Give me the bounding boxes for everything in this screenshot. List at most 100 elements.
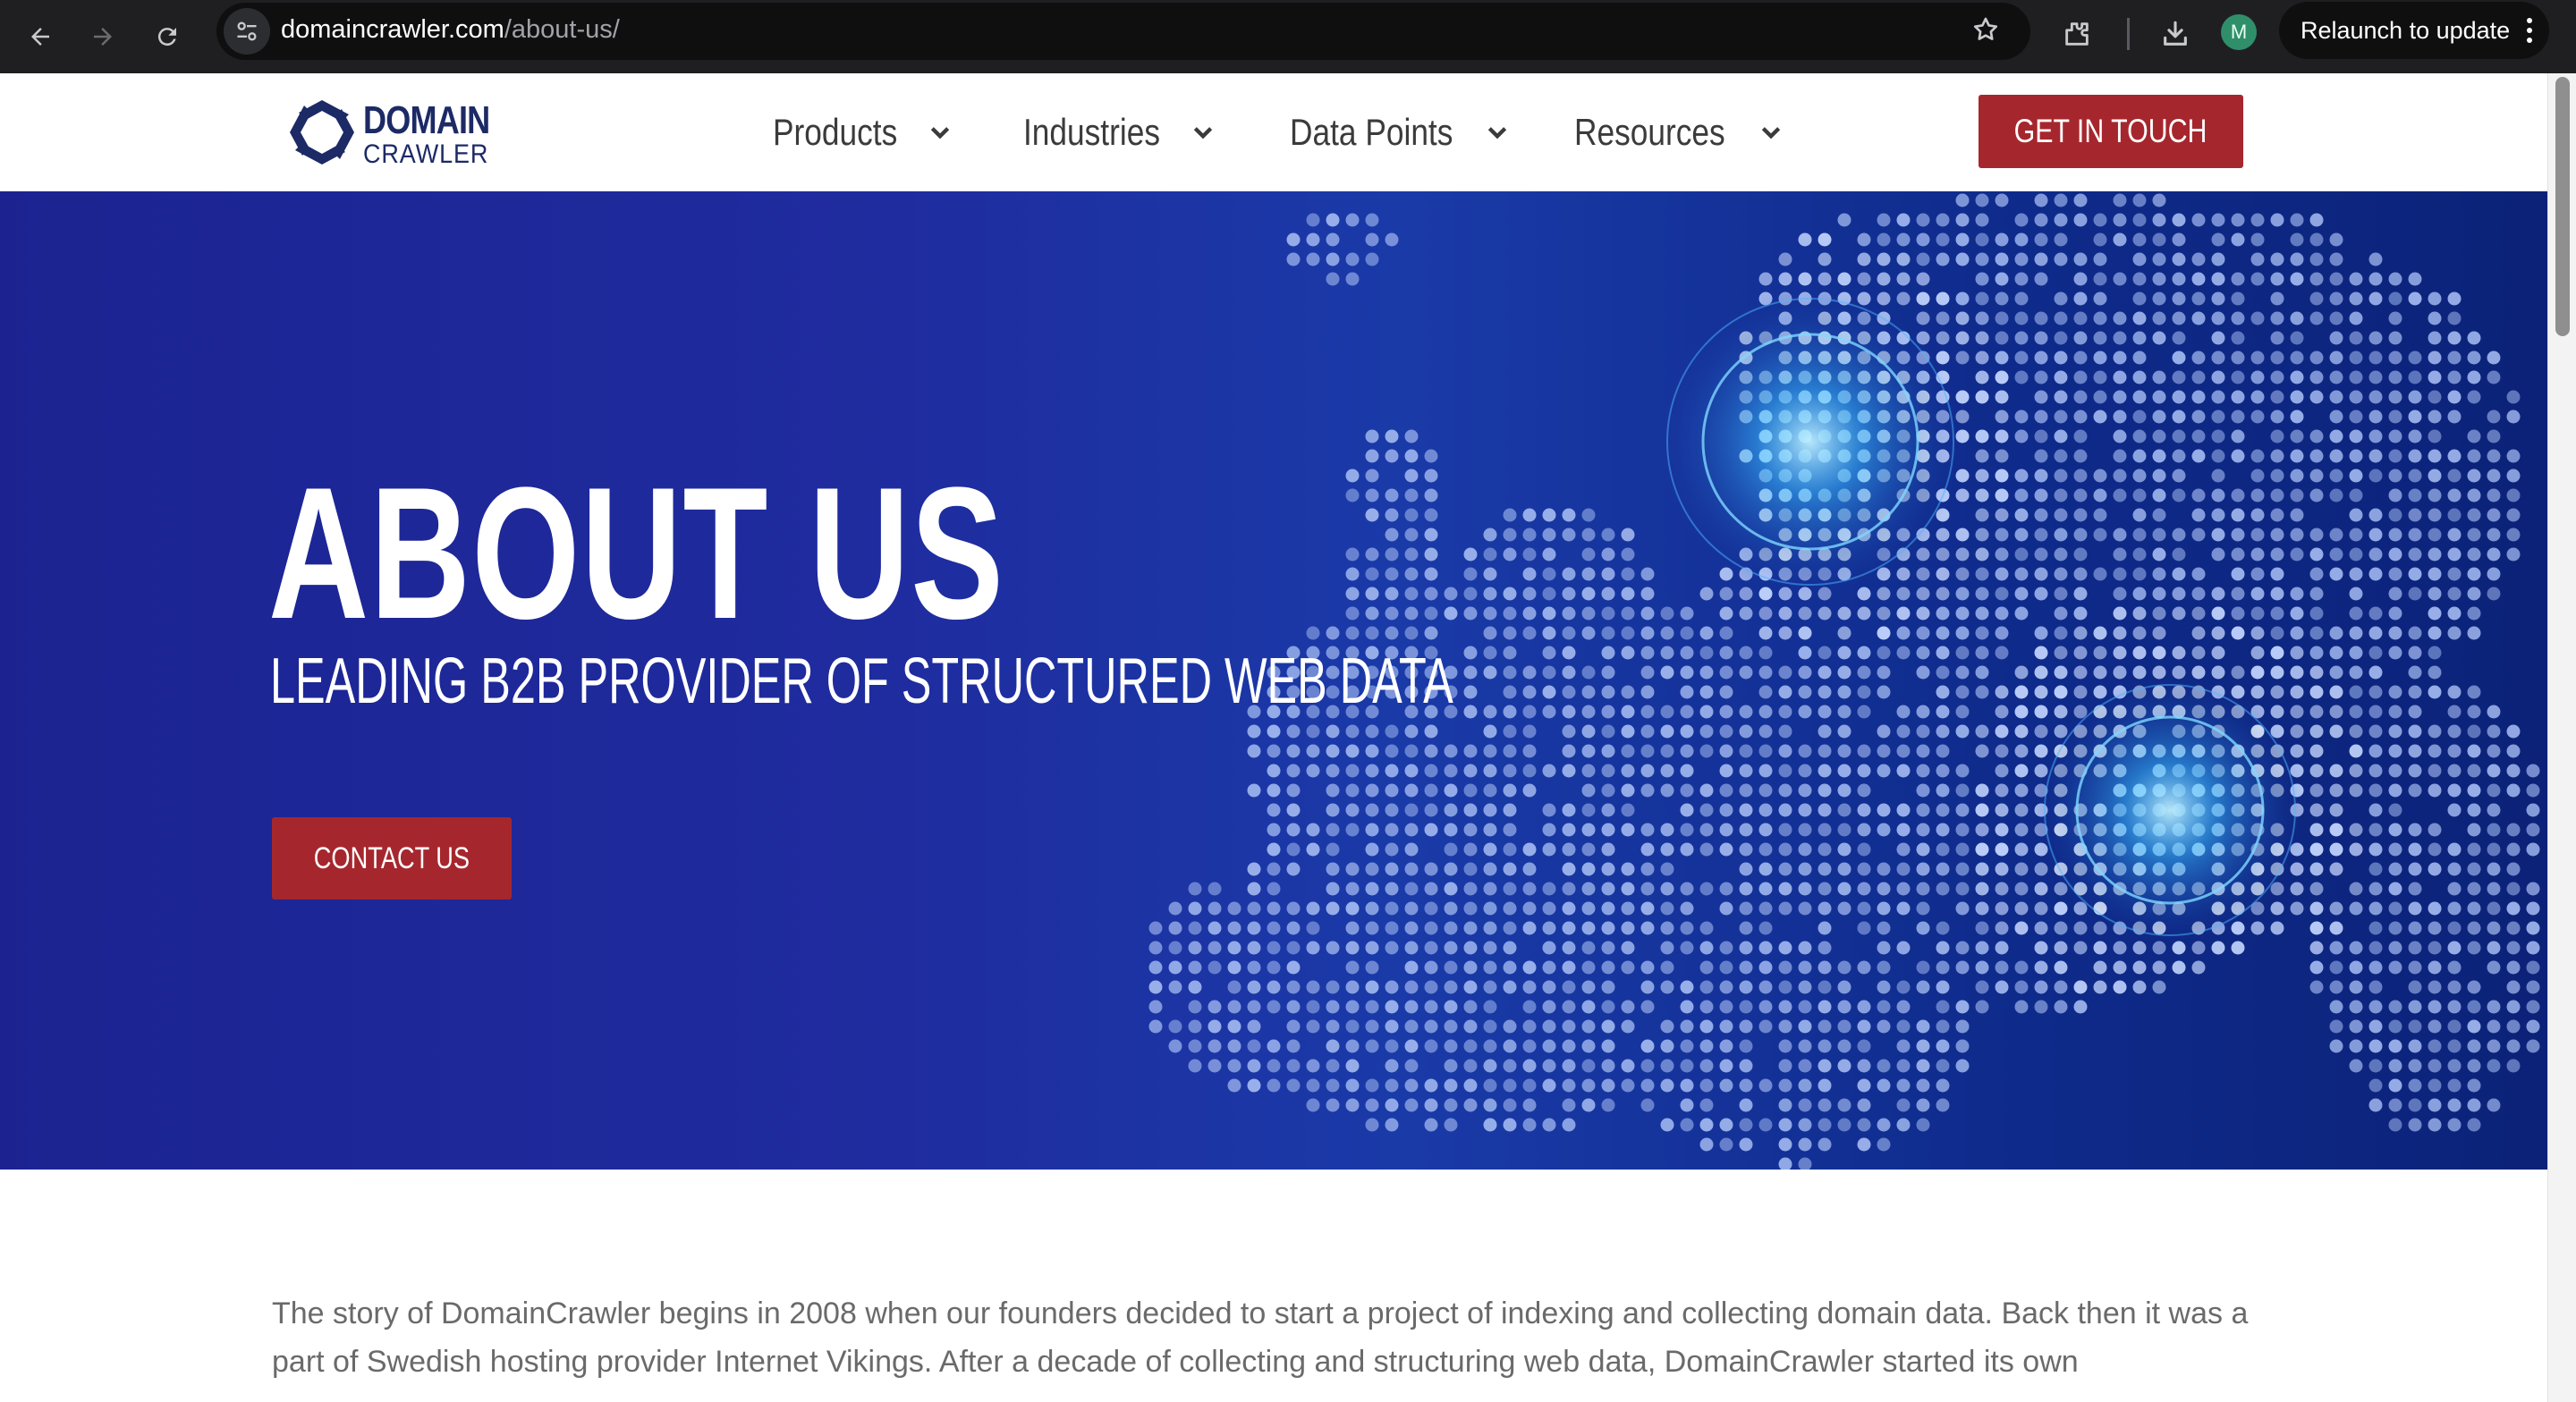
map-dot (1739, 882, 1753, 896)
map-dot (2054, 901, 2068, 916)
map-dot (2329, 823, 2343, 837)
map-dot (2447, 960, 2462, 975)
map-dot (2250, 469, 2265, 483)
download-icon[interactable] (2152, 11, 2199, 57)
map-dot (1522, 705, 1537, 719)
map-dot (1995, 724, 2009, 739)
menu-industries[interactable]: Industries (1023, 109, 1215, 156)
page-scrollbar[interactable] (2547, 73, 2576, 1402)
map-dot (1286, 232, 1301, 247)
scrollbar-thumb[interactable] (2555, 77, 2570, 336)
map-dot (2093, 232, 2107, 247)
map-dot (1326, 744, 1340, 758)
map-dot (1936, 547, 1950, 562)
map-dot (1699, 724, 1714, 739)
map-dot (1385, 488, 1399, 503)
star-icon[interactable] (1971, 15, 2000, 49)
map-dot (2132, 429, 2147, 443)
more-vert-icon[interactable] (2522, 13, 2537, 48)
reload-icon[interactable] (141, 11, 193, 63)
map-dot (1896, 587, 1911, 601)
map-dot (2388, 862, 2402, 876)
map-dot (1699, 1000, 1714, 1014)
map-dot (1975, 193, 1989, 207)
get-in-touch-button[interactable]: GET IN TOUCH (1979, 95, 2243, 168)
map-dot (2054, 232, 2068, 247)
map-dot (2388, 311, 2402, 325)
map-dot (1562, 1039, 1576, 1053)
map-dot (1778, 1078, 1792, 1093)
map-dot (2309, 901, 2324, 916)
map-dot (1798, 842, 1812, 857)
map-dot (1345, 567, 1360, 581)
map-dot (2329, 705, 2343, 719)
map-dot (1798, 1039, 1812, 1053)
url-text[interactable]: domaincrawler.com/about-us/ (281, 15, 620, 45)
map-dot (1385, 1000, 1399, 1014)
map-dot (1955, 252, 1970, 266)
map-dot (1995, 449, 2009, 463)
map-dot (1404, 764, 1419, 778)
map-dot (2290, 331, 2304, 345)
map-dot (1739, 665, 1753, 680)
menu-resources[interactable]: Resources (1574, 109, 1783, 156)
menu-data-points[interactable]: Data Points (1290, 109, 1509, 156)
map-dot (1916, 764, 1930, 778)
contact-us-button[interactable]: CONTACT US (272, 817, 512, 899)
extensions-icon[interactable] (2054, 11, 2100, 57)
map-dot (2093, 488, 2107, 503)
map-dot (1444, 882, 1458, 896)
map-dot (1385, 823, 1399, 837)
map-dot (1601, 901, 1615, 916)
map-dot (2428, 370, 2442, 384)
relaunch-button[interactable]: Relaunch to update (2279, 2, 2549, 59)
domaincrawler-logo[interactable]: DOMAIN CRAWLER (284, 93, 499, 170)
map-dot (1877, 665, 1891, 680)
map-dot (2073, 311, 2088, 325)
map-dot (2250, 606, 2265, 621)
map-dot (2368, 508, 2383, 522)
map-dot (2487, 764, 2501, 778)
site-info-icon[interactable] (224, 8, 270, 55)
map-dot (2034, 193, 2048, 207)
map-dot (2270, 370, 2284, 384)
map-dot (1877, 1137, 1891, 1152)
map-dot (1581, 567, 1596, 581)
map-dot (2329, 331, 2343, 345)
menu-products[interactable]: Products (773, 109, 952, 156)
address-bar[interactable]: domaincrawler.com/about-us/ (216, 3, 2030, 60)
map-dot (1896, 705, 1911, 719)
back-arrow-icon[interactable] (14, 11, 66, 63)
map-dot (1542, 705, 1556, 719)
map-dot (1818, 744, 1832, 758)
map-dot (2368, 469, 2383, 483)
map-dot (1660, 665, 1674, 680)
map-dot (1955, 1000, 1970, 1014)
forward-arrow-icon[interactable] (77, 11, 129, 63)
map-dot (2388, 744, 2402, 758)
map-dot (2014, 823, 2029, 837)
map-dot (1247, 1059, 1261, 1073)
map-dot (1208, 1019, 1222, 1034)
map-dot (2368, 724, 2383, 739)
map-dot (2388, 941, 2402, 955)
map-dot (1916, 1039, 1930, 1053)
map-dot (1385, 764, 1399, 778)
map-dot (1227, 1078, 1241, 1093)
map-dot (2309, 272, 2324, 286)
map-dot (1404, 1019, 1419, 1034)
map-dot (1778, 901, 1792, 916)
map-dot (1365, 1118, 1379, 1132)
map-dot (1857, 960, 1871, 975)
map-dot (2408, 587, 2422, 601)
map-dot (1562, 960, 1576, 975)
map-dot (1463, 587, 1478, 601)
map-dot (1385, 882, 1399, 896)
map-dot (2428, 350, 2442, 365)
map-dot (2113, 350, 2127, 365)
map-dot (2349, 783, 2363, 798)
map-dot (2093, 960, 2107, 975)
map-dot (1955, 665, 1970, 680)
map-dot (1837, 646, 1852, 660)
profile-avatar[interactable]: M (2221, 14, 2257, 50)
